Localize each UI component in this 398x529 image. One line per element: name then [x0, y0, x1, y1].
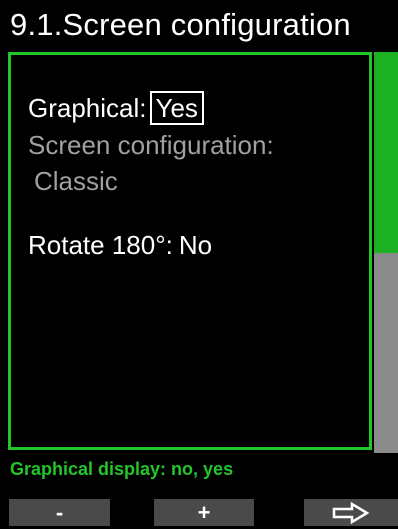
- screen-configuration-value: Classic: [34, 166, 118, 196]
- plus-softkey[interactable]: +: [154, 499, 254, 526]
- softkey-bar: - +: [0, 499, 398, 526]
- screen-configuration-label: Screen configuration:: [28, 130, 274, 160]
- graphical-value-selected[interactable]: Yes: [149, 91, 204, 125]
- setting-row-graphical[interactable]: Graphical: Yes: [28, 91, 204, 125]
- rotate-label: Rotate 180°:: [28, 230, 173, 260]
- help-bar: Graphical display: no, yes: [0, 456, 398, 486]
- help-text: Graphical display: no, yes: [10, 459, 234, 479]
- minus-softkey[interactable]: -: [9, 499, 110, 526]
- scrollbar[interactable]: [374, 52, 398, 453]
- screen-header: 9.1.Screen configuration: [0, 0, 398, 52]
- rotate-value[interactable]: No: [179, 230, 212, 260]
- setting-row-rotate[interactable]: Rotate 180°: No: [28, 229, 212, 261]
- scrollbar-thumb[interactable]: [374, 52, 398, 253]
- next-softkey[interactable]: [304, 499, 398, 526]
- arrow-right-icon: [332, 501, 370, 529]
- page-title: 9.1.Screen configuration: [10, 7, 351, 42]
- graphical-label: Graphical:: [28, 93, 147, 123]
